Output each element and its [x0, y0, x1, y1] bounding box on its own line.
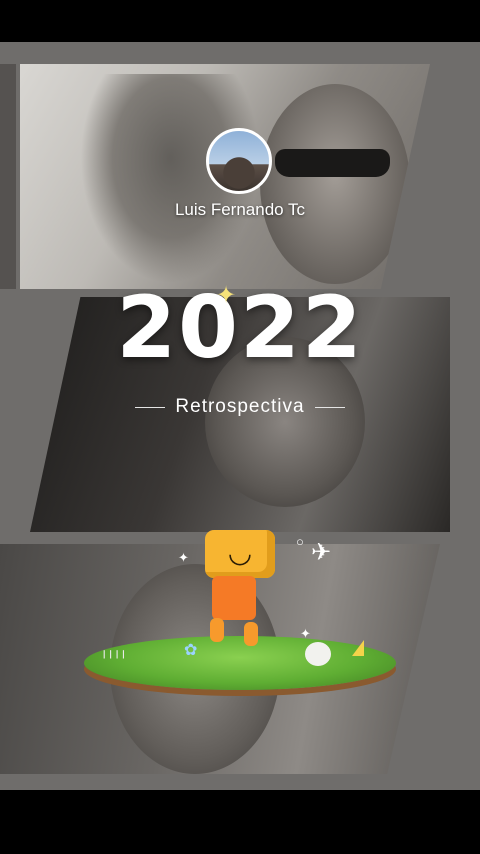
- divider-left: [135, 406, 166, 408]
- subtitle-row: Retrospectiva: [0, 396, 480, 418]
- avatar[interactable]: [206, 128, 272, 194]
- sparkle-icon: ✦: [216, 282, 237, 309]
- flower-icon: ✿: [184, 642, 198, 659]
- robot-leg-left: [210, 618, 224, 642]
- sparkle-icon-small-1: ✦: [178, 550, 189, 565]
- sparkle-icon-small-3: ✦: [300, 626, 311, 641]
- paper-plane-icon: ✈: [311, 539, 332, 566]
- face-shape-1: [260, 84, 410, 284]
- robot-mascot-legs: [210, 618, 270, 646]
- recap-subtitle: Retrospectiva: [175, 396, 305, 417]
- recap-year: 2022: [116, 278, 364, 378]
- divider-right: [314, 406, 345, 408]
- photo-strip-left: [0, 64, 16, 289]
- bird-icon: [305, 642, 331, 666]
- grass-island: [84, 636, 396, 690]
- sunglasses-shape: [275, 149, 390, 177]
- sparkle-icon-small-2: ○: [296, 534, 304, 549]
- robot-leg-right: [244, 622, 258, 646]
- flag-icon: [352, 640, 364, 656]
- profile-name: Luis Fernando Tc: [174, 200, 306, 219]
- robot-mascot-body: [212, 576, 256, 620]
- fence-icon: ╷╷╷╷: [100, 642, 128, 658]
- smile-face-icon: ◡: [227, 537, 253, 568]
- robot-mascot-head: ◡: [205, 530, 275, 578]
